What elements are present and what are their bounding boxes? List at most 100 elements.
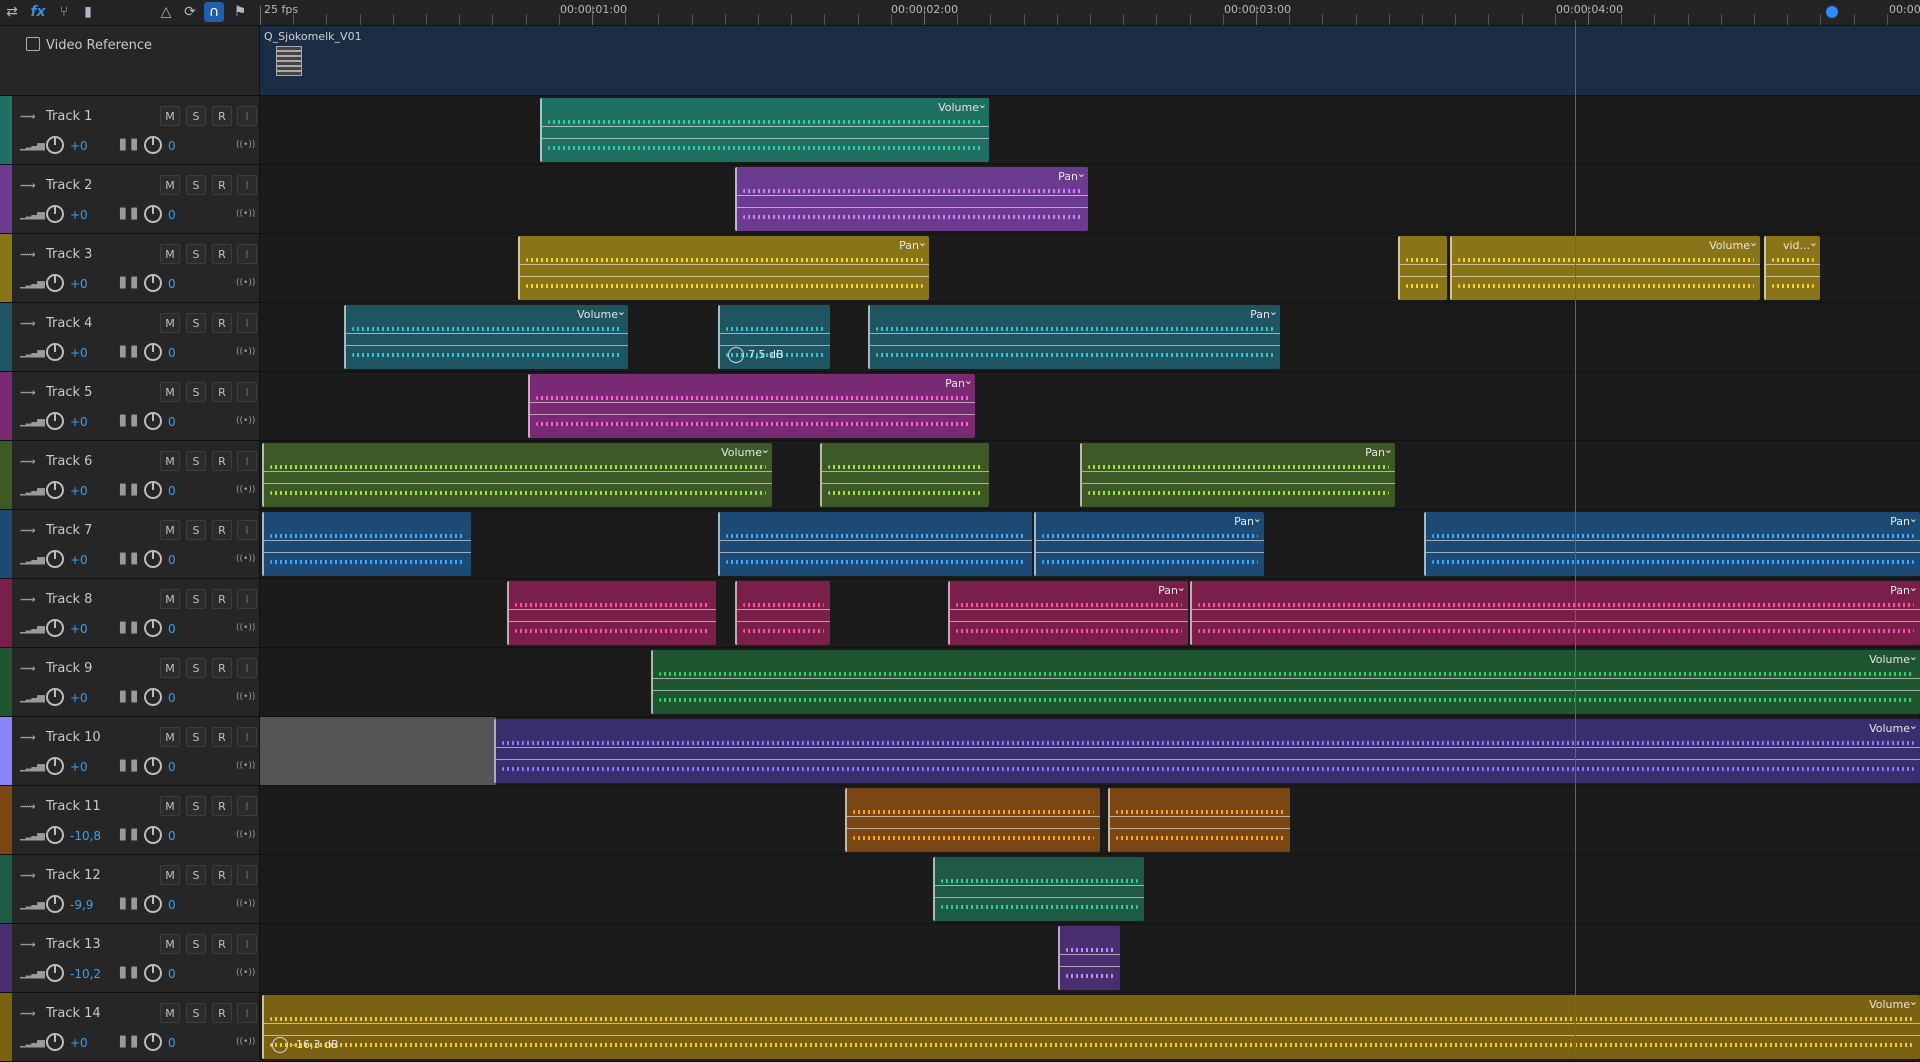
audio-clip[interactable]	[735, 581, 830, 645]
output-icon[interactable]: ((•))	[236, 140, 255, 150]
playhead-line[interactable]	[1575, 20, 1576, 1059]
output-icon[interactable]: ((•))	[236, 623, 255, 633]
input-monitor-button[interactable]: I	[237, 934, 257, 954]
input-monitor-button[interactable]: I	[237, 175, 257, 195]
pan-value[interactable]: 0	[168, 139, 176, 153]
audio-clip[interactable]: Pan ⌄	[735, 167, 1088, 231]
volume-value[interactable]: +0	[70, 760, 88, 774]
volume-knob[interactable]	[46, 481, 64, 499]
solo-button[interactable]: S	[186, 175, 206, 195]
volume-value[interactable]: +0	[70, 484, 88, 498]
mute-button[interactable]: M	[160, 244, 180, 264]
output-icon[interactable]: ((•))	[236, 209, 255, 219]
track-lane[interactable]: Pan ⌄ Pan ⌄	[260, 579, 1920, 648]
audio-clip[interactable]	[933, 857, 1144, 921]
track-lane[interactable]: Volume ⌄ Pan ⌄	[260, 441, 1920, 510]
volume-value[interactable]: +0	[70, 553, 88, 567]
solo-button[interactable]: S	[186, 865, 206, 885]
audio-clip[interactable]: Pan ⌄	[1034, 512, 1264, 576]
record-arm-button[interactable]: R	[212, 1003, 232, 1023]
track-header[interactable]: ⟿ Track 14 M S R I ▁▂▃▅ +0 ▐▌▐▌ 0 ((•))	[0, 993, 260, 1062]
record-arm-button[interactable]: R	[212, 934, 232, 954]
pan-knob[interactable]	[144, 688, 162, 706]
audio-clip[interactable]: Volume ⌄ -16,3 dB	[262, 995, 1920, 1059]
track-header[interactable]: ⟿ Track 12 M S R I ▁▂▃▅ -9,9 ▐▌▐▌ 0 ((•))	[0, 855, 260, 924]
audio-clip[interactable]: Pan ⌄	[528, 374, 975, 438]
audio-clip[interactable]	[262, 512, 471, 576]
record-arm-button[interactable]: R	[212, 658, 232, 678]
track-lane[interactable]	[260, 924, 1920, 993]
record-arm-button[interactable]: R	[212, 451, 232, 471]
chevron-down-icon[interactable]: ⌄	[978, 98, 987, 111]
audio-clip[interactable]: 7,5 dB	[718, 305, 830, 369]
solo-button[interactable]: S	[186, 934, 206, 954]
output-icon[interactable]: ((•))	[236, 1037, 255, 1047]
input-monitor-button[interactable]: I	[237, 382, 257, 402]
audio-clip[interactable]	[507, 581, 716, 645]
solo-button[interactable]: S	[186, 727, 206, 747]
record-arm-button[interactable]: R	[212, 865, 232, 885]
volume-value[interactable]: +0	[70, 346, 88, 360]
mute-button[interactable]: M	[160, 796, 180, 816]
chevron-down-icon[interactable]: ⌄	[1909, 581, 1918, 594]
track-lane[interactable]: Pan ⌄ Volume ⌄ vid... ⌄	[260, 234, 1920, 303]
record-arm-button[interactable]: R	[212, 382, 232, 402]
mute-button[interactable]: M	[160, 313, 180, 333]
audio-clip[interactable]: Pan ⌄	[1424, 512, 1920, 576]
automation-param-dropdown[interactable]: Pan	[1058, 170, 1078, 183]
audio-clip[interactable]	[1398, 236, 1447, 300]
audio-clip[interactable]: Pan ⌄	[1190, 581, 1920, 645]
mute-button[interactable]: M	[160, 382, 180, 402]
pan-value[interactable]: 0	[168, 208, 176, 222]
mute-button[interactable]: M	[160, 934, 180, 954]
solo-button[interactable]: S	[186, 520, 206, 540]
chevron-down-icon[interactable]: ⌄	[918, 236, 927, 249]
track-name[interactable]: Track 4	[46, 316, 92, 331]
track-lane[interactable]	[260, 855, 1920, 924]
volume-knob[interactable]	[46, 343, 64, 361]
pan-value[interactable]: 0	[168, 553, 176, 567]
pan-value[interactable]: 0	[168, 760, 176, 774]
input-monitor-button[interactable]: I	[237, 865, 257, 885]
chevron-down-icon[interactable]: ⌄	[964, 374, 973, 387]
audio-clip[interactable]: Volume ⌄	[540, 98, 989, 162]
output-icon[interactable]: ((•))	[236, 830, 255, 840]
volume-knob[interactable]	[46, 826, 64, 844]
automation-param-dropdown[interactable]: Volume	[1869, 722, 1910, 735]
volume-value[interactable]: +0	[70, 208, 88, 222]
record-arm-button[interactable]: R	[212, 796, 232, 816]
chevron-down-icon[interactable]: ⌄	[1909, 719, 1918, 732]
chevron-down-icon[interactable]: ⌄	[1749, 236, 1758, 249]
volume-knob[interactable]	[46, 619, 64, 637]
volume-knob[interactable]	[46, 757, 64, 775]
chevron-down-icon[interactable]: ⌄	[1909, 650, 1918, 663]
pan-value[interactable]: 0	[168, 484, 176, 498]
audio-clip[interactable]	[820, 443, 989, 507]
record-arm-button[interactable]: R	[212, 244, 232, 264]
input-monitor-button[interactable]: I	[237, 313, 257, 333]
volume-value[interactable]: -9,9	[70, 898, 93, 912]
pan-value[interactable]: 0	[168, 898, 176, 912]
record-arm-button[interactable]: R	[212, 106, 232, 126]
video-reference-lane[interactable]: Q_Sjokomelk_V01	[260, 26, 1920, 96]
track-name[interactable]: Track 12	[46, 868, 101, 883]
volume-value[interactable]: +0	[70, 1036, 88, 1050]
pan-knob[interactable]	[144, 136, 162, 154]
mute-button[interactable]: M	[160, 1003, 180, 1023]
record-arm-button[interactable]: R	[212, 175, 232, 195]
input-monitor-button[interactable]: I	[237, 796, 257, 816]
track-header[interactable]: ⟿ Track 11 M S R I ▁▂▃▅ -10,8 ▐▌▐▌ 0 ((•))	[0, 786, 260, 855]
chevron-down-icon[interactable]: ⌄	[1384, 443, 1393, 456]
time-selection-region[interactable]	[260, 717, 496, 785]
chevron-down-icon[interactable]: ⌄	[1177, 581, 1186, 594]
automation-param-dropdown[interactable]: Volume	[1709, 239, 1750, 252]
track-name[interactable]: Track 5	[46, 385, 92, 400]
track-name[interactable]: Track 10	[46, 730, 101, 745]
input-monitor-button[interactable]: I	[237, 589, 257, 609]
clip-gain-badge[interactable]: -16,3 dB	[272, 1037, 339, 1053]
automation-param-dropdown[interactable]: Volume	[1869, 998, 1910, 1011]
volume-knob[interactable]	[46, 274, 64, 292]
mute-button[interactable]: M	[160, 589, 180, 609]
solo-button[interactable]: S	[186, 451, 206, 471]
pan-value[interactable]: 0	[168, 1036, 176, 1050]
